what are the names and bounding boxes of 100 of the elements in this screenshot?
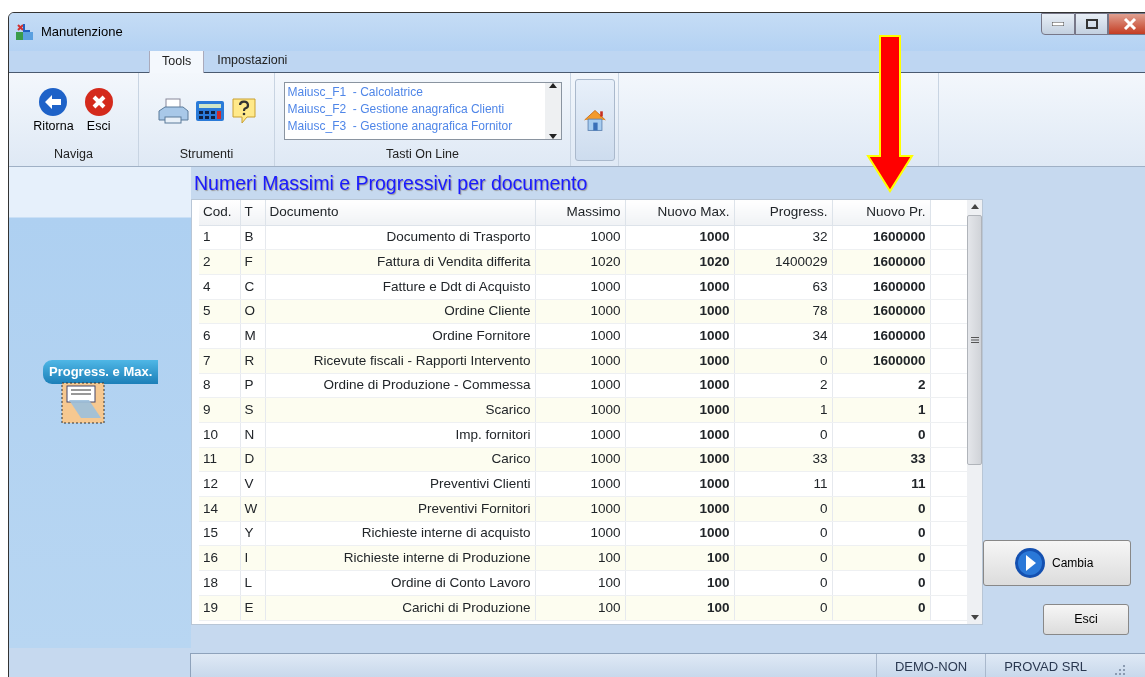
table-cell: 0 [734,422,832,448]
table-cell: 0 [734,595,832,620]
table-cell: 1020 [625,249,734,275]
table-cell: 0 [832,570,930,596]
column-header[interactable]: Nuovo Max. [625,200,734,225]
table-cell: 1000 [535,274,625,300]
close-button[interactable] [1108,13,1145,35]
scroll-up-icon[interactable] [548,83,557,89]
exit-button[interactable]: Esci [1043,604,1129,635]
table-cell: Fattura di Vendita differita [265,249,535,275]
table-cell: 100 [625,570,734,596]
table-cell: 33 [832,447,930,472]
table-cell: V [240,471,265,497]
table-cell: Fatture e Ddt di Acquisto [265,274,535,300]
column-header[interactable]: Documento [265,200,535,225]
document-icon[interactable] [61,382,105,424]
group-label: Naviga [53,146,94,164]
column-header[interactable]: Nuovo Pr. [832,200,930,225]
table-cell: 100 [535,570,625,596]
scroll-up-icon[interactable] [970,204,979,209]
table-cell: 10 [199,422,240,448]
table-cell: Documento di Trasporto [265,225,535,250]
table-cell: 1000 [535,225,625,250]
table-cell: 1000 [625,447,734,472]
table-cell: Y [240,521,265,546]
panel-title: Numeri Massimi e Progressivi per documento [193,171,589,196]
table-cell: 1600000 [832,225,930,250]
shortcut-list[interactable]: Maiusc_F1 - Calcolatrice Maiusc_F2 - Gestione anagrafica Clienti Maiusc_F3 - Gestione anagrafica Fornitor [283,82,562,141]
table-cell: 32 [734,225,832,250]
back-button[interactable]: Ritorna [31,86,76,136]
table-cell: B [240,225,265,250]
table-cell: 1 [199,225,240,250]
column-header[interactable]: Massimo [535,200,625,225]
column-header[interactable]: Progress. [734,200,832,225]
table-cell: M [240,323,265,349]
table-cell: 0 [832,422,930,448]
table-cell: 11 [199,447,240,472]
shortcut-item[interactable]: Maiusc_F1 - Calcolatrice [287,84,542,102]
status-text: PROVAD SRL [985,654,1105,677]
table-cell: Carico [265,447,535,472]
scroll-down-icon[interactable] [970,615,979,620]
table-cell: 11 [734,471,832,497]
printer-icon[interactable] [156,97,189,126]
shortcut-item[interactable]: Maiusc_F2 - Gestione anagrafica Clienti [287,101,542,119]
table-cell: Ordine Cliente [265,299,535,324]
table-cell: Imp. fornitori [265,422,535,448]
table-cell: 1000 [625,348,734,374]
table-cell: 0 [832,521,930,546]
table-cell: 5 [199,299,240,324]
resize-grip-icon[interactable] [1113,665,1127,677]
table-cell: 1000 [535,496,625,522]
scrollbar-thumb[interactable] [967,215,982,465]
table-cell: 1600000 [832,323,930,349]
table-cell: 1600000 [832,274,930,300]
table-cell: 1000 [625,274,734,300]
table-cell: 100 [625,545,734,571]
table-cell: 0 [832,545,930,571]
table-cell: 1000 [625,471,734,497]
table-cell: 1000 [625,225,734,250]
change-button[interactable]: Cambia [983,540,1131,586]
shortcut-item[interactable]: Maiusc_F3 - Gestione anagrafica Fornitor [287,118,542,136]
table-cell: 6 [199,323,240,349]
ribbon-tab[interactable]: Tools [149,49,205,73]
calculator-icon[interactable] [194,99,225,124]
table-cell: 2 [832,373,930,398]
table-cell: 15 [199,521,240,546]
column-header[interactable]: T [240,200,265,225]
scroll-down-icon[interactable] [548,134,557,140]
table-cell: Carichi di Produzione [265,595,535,620]
table-cell: 1000 [625,299,734,324]
table-cell: 34 [734,323,832,349]
table-cell: 1000 [535,299,625,324]
table-cell: 0 [734,348,832,374]
close-icon [1123,18,1137,30]
table-cell: Richieste interne di acquisto [265,521,535,546]
table-cell: 100 [535,545,625,571]
table-cell: 0 [734,545,832,571]
maximize-button[interactable] [1075,13,1108,35]
table-cell: 1000 [535,323,625,349]
back-icon [38,86,69,117]
status-text: DEMO-NON [875,654,986,677]
help-icon[interactable] [230,97,257,126]
table-cell: 9 [199,397,240,423]
table-cell: 18 [199,570,240,596]
table-cell: 7 [199,348,240,374]
table-cell: 11 [832,471,930,497]
table-cell: 1000 [535,422,625,448]
table-cell: 4 [199,274,240,300]
ribbon-tab[interactable]: Impostazioni [204,48,301,72]
table-cell: 1000 [535,521,625,546]
exit-button[interactable]: Esci [81,86,116,136]
column-header[interactable]: Cod. [199,200,240,225]
minimize-icon [1052,22,1064,26]
minimize-button[interactable] [1041,13,1075,35]
table-cell: 1000 [535,447,625,472]
table-cell: 1000 [625,397,734,423]
table-cell: 12 [199,471,240,497]
home-button[interactable] [574,78,615,161]
table-cell: Scarico [265,397,535,423]
table-cell: 1 [832,397,930,423]
